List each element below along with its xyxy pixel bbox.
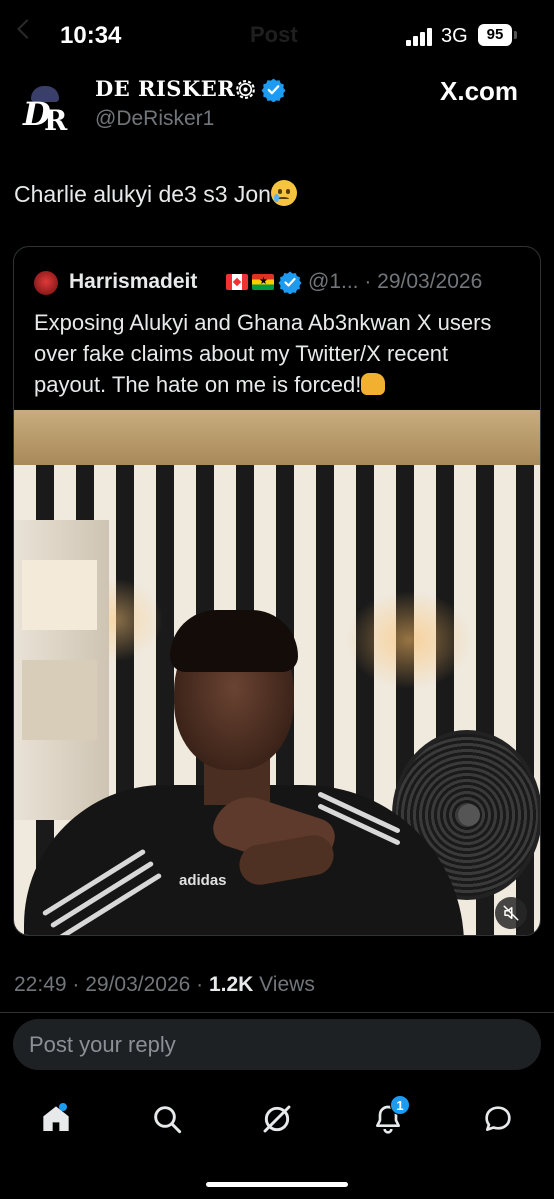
nav-search[interactable] <box>145 1097 189 1141</box>
avatar[interactable]: D R <box>14 82 76 144</box>
nav-grok[interactable] <box>255 1097 299 1141</box>
author-handle[interactable]: @DeRisker1 <box>95 107 214 131</box>
video-jacket-brand: adidas <box>179 872 227 889</box>
nav-notifications[interactable]: 1 <box>366 1095 410 1141</box>
quote-avatar[interactable] <box>34 271 58 295</box>
video-shelf <box>14 520 109 820</box>
author-name[interactable]: DE RISKER <box>95 76 235 101</box>
reply-box[interactable] <box>13 1019 541 1070</box>
nav-home[interactable] <box>34 1097 78 1141</box>
canada-flag-icon <box>226 274 248 290</box>
quote-body: Exposing Alukyi and Ghana Ab3nkwan X use… <box>34 310 492 397</box>
verified-badge-icon <box>278 271 302 294</box>
notification-badge: 1 <box>390 1095 410 1115</box>
grok-icon <box>263 1105 291 1133</box>
quote-text: Exposing Alukyi and Ghana Ab3nkwan X use… <box>34 307 524 400</box>
video-person-hair <box>170 610 298 672</box>
battery-tip <box>514 31 517 39</box>
fist-emoji-icon <box>361 373 386 395</box>
views-count: 1.2K <box>208 973 254 996</box>
video-ceiling <box>14 410 540 465</box>
page-title: Post <box>250 22 298 47</box>
signal-icon <box>406 28 434 46</box>
nav-messages[interactable] <box>476 1097 520 1141</box>
mute-button[interactable] <box>495 897 527 929</box>
message-bubble-icon <box>485 1106 511 1131</box>
bottom-nav: 1 <box>0 1085 554 1155</box>
quote-author-name[interactable]: Harrismadeit <box>69 270 197 294</box>
tweet-body: Charlie alukyi de3 s3 Jon <box>14 181 271 207</box>
status-time: 10:34 <box>60 22 122 49</box>
home-unread-dot <box>59 1103 67 1111</box>
watermark-logo: X.com <box>440 76 519 106</box>
reply-input[interactable] <box>29 1019 519 1070</box>
views-label: Views <box>253 973 315 996</box>
battery-icon: 95 <box>478 24 512 46</box>
quote-meta: @1... · 29/03/2026 <box>308 270 483 293</box>
crying-face-emoji-icon <box>270 180 297 206</box>
avatar-letter-r: R <box>44 104 68 137</box>
status-bar: 10:34 Post 3G 95 <box>0 0 554 72</box>
search-icon <box>154 1106 182 1134</box>
post-meta: 22:49 · 29/03/2026 · 1.2K Views <box>14 973 315 997</box>
verified-badge-icon <box>261 78 286 102</box>
muted-speaker-icon <box>503 905 519 921</box>
home-indicator <box>206 1182 348 1187</box>
gear-icon <box>236 80 255 99</box>
video-player[interactable]: adidas <box>14 410 540 935</box>
ghana-flag-icon <box>252 274 274 290</box>
back-chevron-icon[interactable] <box>17 19 37 39</box>
network-type: 3G <box>441 25 468 47</box>
post-timestamp: 22:49 · 29/03/2026 · <box>14 973 209 996</box>
divider <box>0 1012 554 1013</box>
quoted-post-card[interactable]: Harrismadeit @1... · 29/03/2026 Exposing… <box>13 246 541 936</box>
home-icon <box>43 1106 69 1131</box>
tweet-text: Charlie alukyi de3 s3 Jon <box>14 180 297 208</box>
